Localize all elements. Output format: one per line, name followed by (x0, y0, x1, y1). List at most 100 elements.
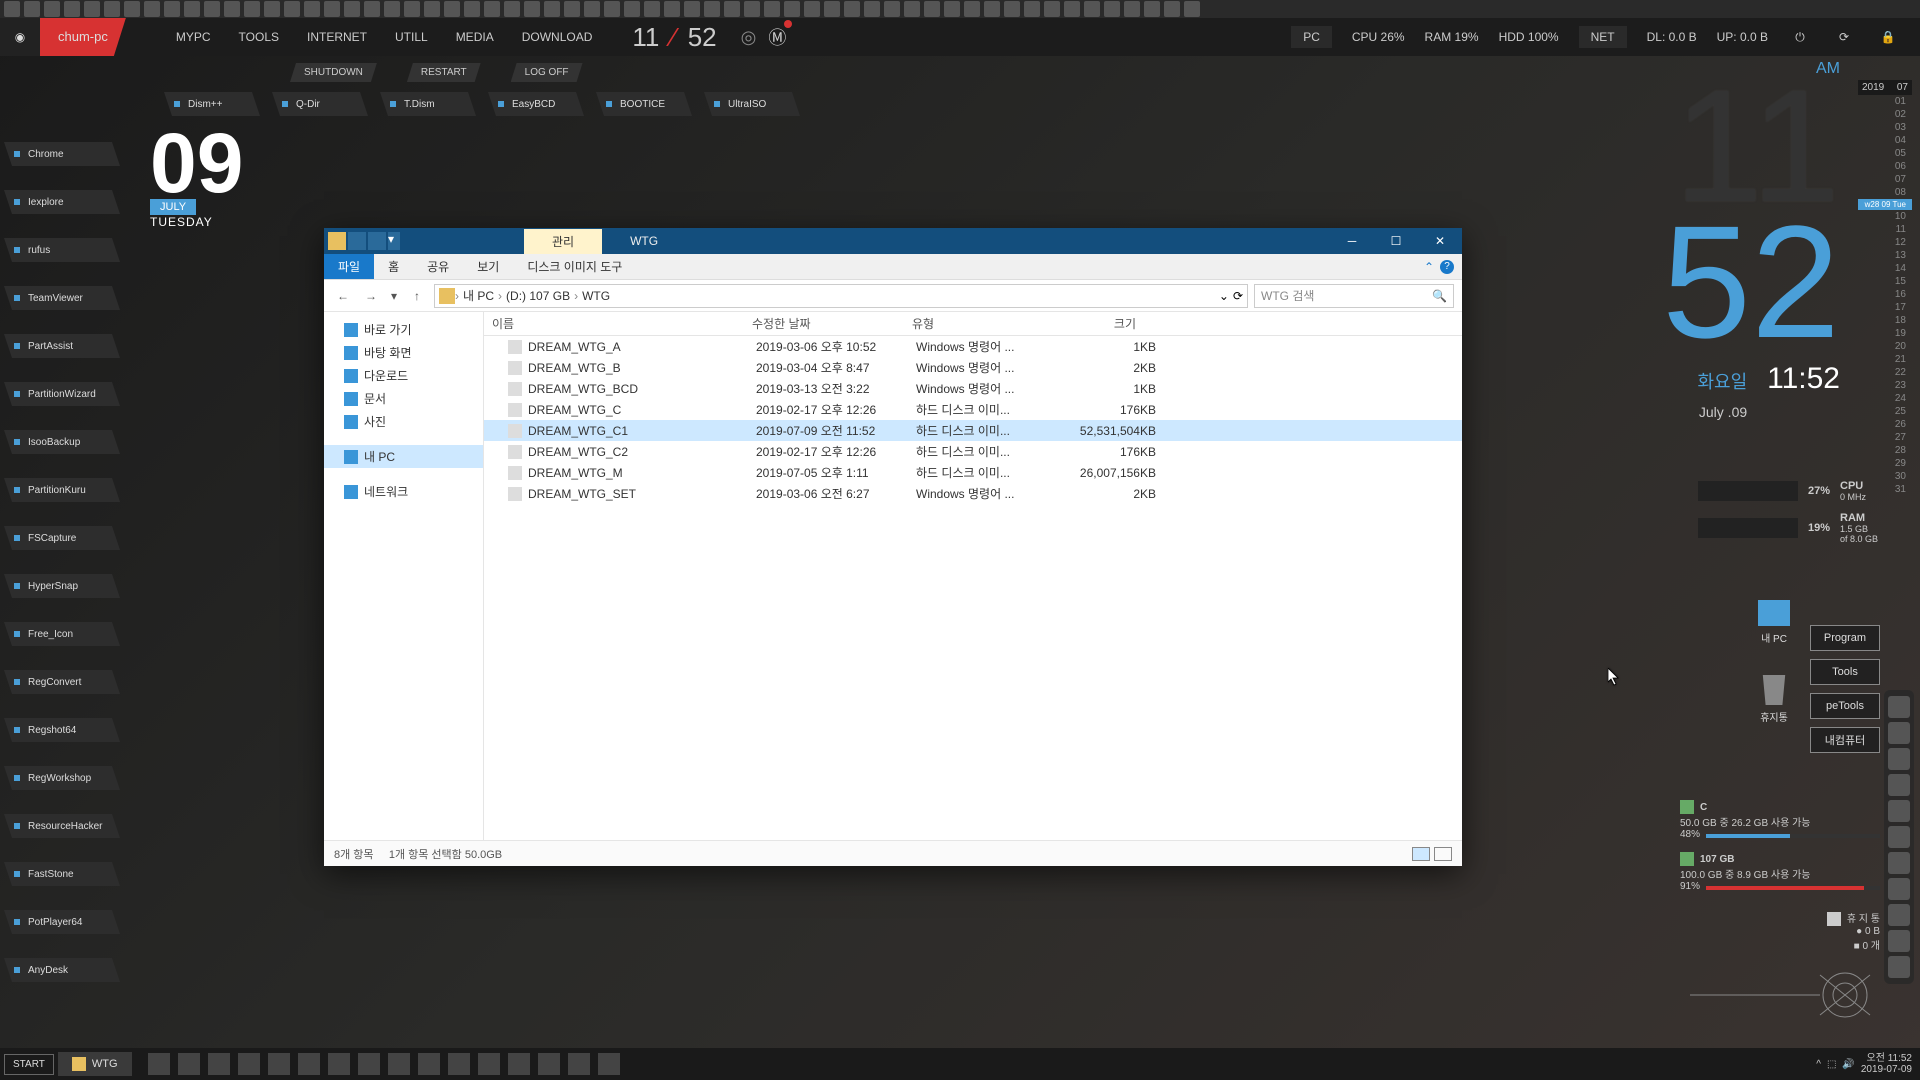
quicklaunch-icon[interactable] (284, 1, 300, 17)
col-name[interactable]: 이름 (484, 315, 744, 332)
quicklaunch-icon[interactable] (664, 1, 680, 17)
quicklaunch-icon[interactable] (224, 1, 240, 17)
quicklaunch-icon[interactable] (624, 1, 640, 17)
launcher-easybcd[interactable]: EasyBCD (488, 92, 584, 116)
cal-day[interactable]: 04 (1858, 134, 1912, 147)
restart-button[interactable]: RESTART (407, 63, 481, 82)
refresh-icon[interactable]: ⟳ (1832, 25, 1856, 49)
help-icon[interactable]: ? (1440, 260, 1454, 274)
pinned-app-icon[interactable] (478, 1053, 500, 1075)
quicklaunch-icon[interactable] (504, 1, 520, 17)
cal-day[interactable]: 01 (1858, 95, 1912, 108)
close-button[interactable]: ✕ (1418, 228, 1462, 254)
launcher-partitionkuru[interactable]: PartitionKuru (4, 478, 120, 502)
ribbon-home[interactable]: 홈 (374, 254, 413, 279)
quicklaunch-icon[interactable] (424, 1, 440, 17)
quicklaunch-icon[interactable] (384, 1, 400, 17)
launcher-potplayer64[interactable]: PotPlayer64 (4, 910, 120, 934)
cal-day[interactable]: 08 (1858, 186, 1912, 199)
crumb-folder[interactable]: WTG (578, 289, 614, 303)
quicklaunch-icon[interactable] (824, 1, 840, 17)
launcher-regconvert[interactable]: RegConvert (4, 670, 120, 694)
pinned-app-icon[interactable] (568, 1053, 590, 1075)
quicklaunch-icon[interactable] (364, 1, 380, 17)
quicklaunch-icon[interactable] (1084, 1, 1100, 17)
launcher-dism++[interactable]: Dism++ (164, 92, 260, 116)
quicklaunch-icon[interactable] (604, 1, 620, 17)
cal-day[interactable]: 29 (1858, 457, 1912, 470)
cal-day[interactable]: 21 (1858, 353, 1912, 366)
quicklaunch-icon[interactable] (584, 1, 600, 17)
launcher-hypersnap[interactable]: HyperSnap (4, 574, 120, 598)
quicklaunch-icon[interactable] (744, 1, 760, 17)
tree-node[interactable]: 문서 (324, 387, 483, 410)
ribbon-disk-image-tools[interactable]: 디스크 이미지 도구 (513, 254, 636, 279)
launcher-free_icon[interactable]: Free_Icon (4, 622, 120, 646)
quicklaunch-icon[interactable] (1004, 1, 1020, 17)
quicklaunch-icon[interactable] (964, 1, 980, 17)
quicklaunch-icon[interactable] (404, 1, 420, 17)
pinned-app-icon[interactable] (418, 1053, 440, 1075)
ribbon-file[interactable]: 파일 (324, 254, 374, 279)
desktop-icon-this-pc[interactable]: 내 PC (1758, 600, 1790, 645)
forward-button[interactable]: → (360, 285, 382, 307)
quicklaunch-icon[interactable] (144, 1, 160, 17)
quicklaunch-icon[interactable] (564, 1, 580, 17)
quicklaunch-icon[interactable] (844, 1, 860, 17)
menu-utill[interactable]: UTILL (395, 30, 428, 44)
view-icons-icon[interactable] (1434, 847, 1452, 861)
quicklaunch-icon[interactable] (784, 1, 800, 17)
launcher-faststone[interactable]: FastStone (4, 862, 120, 886)
appbar-icon[interactable] (1888, 852, 1910, 874)
quicklaunch-icon[interactable] (544, 1, 560, 17)
appbar-icon[interactable] (1888, 826, 1910, 848)
quicklaunch-icon[interactable] (184, 1, 200, 17)
crumb-drive[interactable]: (D:) 107 GB (502, 289, 574, 303)
quicklaunch-icon[interactable] (24, 1, 40, 17)
up-button[interactable]: ↑ (406, 285, 428, 307)
quicklaunch-icon[interactable] (924, 1, 940, 17)
appbar-icon[interactable] (1888, 774, 1910, 796)
tree-node[interactable]: 내 PC (324, 445, 483, 468)
qat-dropdown-icon[interactable]: ▾ (388, 232, 400, 250)
quicklaunch-icon[interactable] (904, 1, 920, 17)
quicklaunch-icon[interactable] (1044, 1, 1060, 17)
pinned-app-icon[interactable] (508, 1053, 530, 1075)
quicklaunch-icon[interactable] (644, 1, 660, 17)
quicklaunch-icon[interactable] (64, 1, 80, 17)
view-details-icon[interactable] (1412, 847, 1430, 861)
pinned-app-icon[interactable] (208, 1053, 230, 1075)
launcher-rufus[interactable]: rufus (4, 238, 120, 262)
history-dropdown[interactable]: ▾ (388, 285, 400, 307)
cal-day[interactable]: 22 (1858, 366, 1912, 379)
contextual-tab-manage[interactable]: 관리 (524, 229, 602, 254)
tree-node[interactable]: 사진 (324, 410, 483, 433)
cal-day[interactable]: 18 (1858, 314, 1912, 327)
quicklaunch-icon[interactable] (984, 1, 1000, 17)
cal-day[interactable]: 16 (1858, 288, 1912, 301)
launcher-ultraiso[interactable]: UltraISO (704, 92, 800, 116)
launcher-regworkshop[interactable]: RegWorkshop (4, 766, 120, 790)
launcher-bootice[interactable]: BOOTICE (596, 92, 692, 116)
address-bar[interactable]: › 내 PC › (D:) 107 GB › WTG ⌄ ⟳ (434, 284, 1248, 308)
address-dropdown-icon[interactable]: ⌄ (1219, 289, 1229, 303)
cal-day[interactable]: w28 09 Tue (1858, 199, 1912, 210)
cal-day[interactable]: 05 (1858, 147, 1912, 160)
search-box[interactable]: WTG 검색 🔍 (1254, 284, 1454, 308)
appbar-icon[interactable] (1888, 722, 1910, 744)
pinned-app-icon[interactable] (538, 1053, 560, 1075)
shortcut-peTools[interactable]: peTools (1810, 693, 1880, 719)
ribbon-view[interactable]: 보기 (463, 254, 513, 279)
tray-volume-icon[interactable]: 🔊 (1842, 1059, 1854, 1070)
logoff-button[interactable]: LOG OFF (511, 63, 583, 82)
launcher-teamviewer[interactable]: TeamViewer (4, 286, 120, 310)
tray-chevron-icon[interactable]: ^ (1816, 1059, 1821, 1070)
pinned-app-icon[interactable] (298, 1053, 320, 1075)
quicklaunch-icon[interactable] (1164, 1, 1180, 17)
pinned-app-icon[interactable] (598, 1053, 620, 1075)
quicklaunch-icon[interactable] (1104, 1, 1120, 17)
cal-day[interactable]: 24 (1858, 392, 1912, 405)
cal-day[interactable]: 10 (1858, 210, 1912, 223)
appbar-icon[interactable] (1888, 930, 1910, 952)
file-row[interactable]: DREAM_WTG_BCD2019-03-13 오전 3:22Windows 명… (484, 378, 1462, 399)
